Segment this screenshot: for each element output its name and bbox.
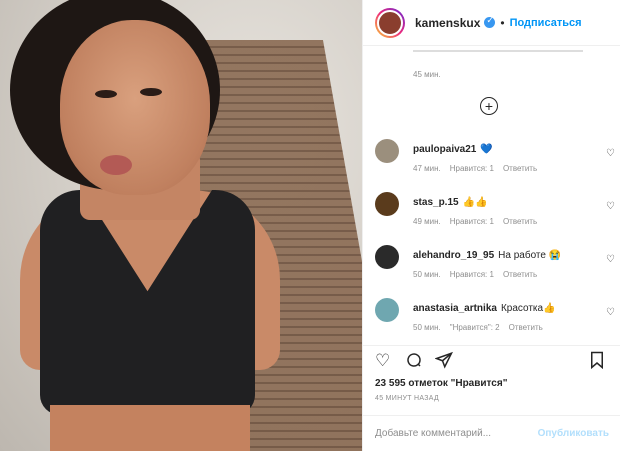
- reply-button[interactable]: Ответить: [503, 217, 537, 226]
- plus-circle-icon[interactable]: +: [480, 97, 498, 115]
- comment-text: 💙: [480, 144, 493, 155]
- previous-comment-cutoff: [413, 46, 613, 54]
- comment-item: stas_p.15 👍👍 49 мин. Нравится: 1 Ответить ♡: [375, 192, 615, 242]
- heart-icon[interactable]: ♡: [606, 148, 615, 159]
- follow-button[interactable]: Подписаться: [510, 17, 582, 29]
- comment-text: 👍👍: [462, 197, 488, 208]
- photo-eye-right: [140, 88, 162, 96]
- publish-button[interactable]: Опубликовать: [538, 428, 609, 439]
- comment-meta: 47 мин. Нравится: 1 Ответить: [413, 164, 546, 173]
- post-timestamp: 45 МИНУТ НАЗАД: [375, 395, 440, 402]
- comment-username[interactable]: stas_p.15: [413, 197, 459, 208]
- comment-time: 50 мин.: [413, 323, 441, 332]
- comment-time: 50 мин.: [413, 270, 441, 279]
- post-header: kamenskux • Подписаться: [363, 0, 620, 46]
- comment-time: 49 мин.: [413, 217, 441, 226]
- comment-meta: 50 мин. "Нравится": 2 Ответить: [413, 323, 552, 332]
- reply-button[interactable]: Ответить: [503, 270, 537, 279]
- comment-likes[interactable]: Нравится: 1: [450, 164, 494, 173]
- comment-username[interactable]: anastasia_artnika: [413, 303, 497, 314]
- comment-meta: 50 мин. Нравится: 1 Ответить: [413, 270, 546, 279]
- comment-likes[interactable]: "Нравится": 2: [450, 323, 500, 332]
- comment-icon[interactable]: [405, 351, 423, 374]
- photo-belly: [50, 405, 250, 451]
- comment-likes[interactable]: Нравится: 1: [450, 270, 494, 279]
- verified-badge-icon: [484, 15, 496, 28]
- comment-username[interactable]: paulopaiva21: [413, 144, 476, 155]
- comment-username[interactable]: alehandro_19_95: [413, 250, 494, 261]
- commenter-avatar[interactable]: [375, 298, 399, 322]
- comment-item: alehandro_19_95 На работе 😭 50 мин. Нравит…: [375, 245, 615, 295]
- heart-icon[interactable]: ♡: [606, 201, 615, 212]
- add-comment-bar: Опубликовать: [363, 415, 620, 451]
- comment-item: paulopaiva21 💙 47 мин. Нравится: 1 Ответить…: [375, 139, 615, 189]
- comment-meta: 49 мин. Нравится: 1 Ответить: [413, 217, 546, 226]
- comment-item: anastasia_artnika Красотка👍 50 мин. "Нрави…: [375, 298, 615, 348]
- separator-dot: •: [500, 15, 505, 30]
- reply-button[interactable]: Ответить: [509, 323, 543, 332]
- previous-comment-time: 45 мин.: [413, 70, 441, 79]
- bookmark-icon[interactable]: [589, 351, 605, 374]
- author-username[interactable]: kamenskux: [415, 16, 480, 30]
- photo-face: [60, 20, 210, 195]
- comment-body: anastasia_artnika Красотка👍: [413, 303, 556, 314]
- commenter-avatar[interactable]: [375, 245, 399, 269]
- heart-icon[interactable]: ♡: [375, 351, 390, 371]
- comment-body: paulopaiva21 💙: [413, 144, 493, 155]
- heart-icon[interactable]: ♡: [606, 307, 615, 318]
- comment-text: На работе 😭: [498, 250, 562, 261]
- author-avatar[interactable]: [375, 7, 405, 38]
- commenter-avatar[interactable]: [375, 192, 399, 216]
- comment-likes[interactable]: Нравится: 1: [450, 217, 494, 226]
- reply-button[interactable]: Ответить: [503, 164, 537, 173]
- likes-count[interactable]: 23 595 отметок "Нравится": [375, 378, 507, 389]
- comment-input[interactable]: [375, 428, 538, 439]
- comment-body: alehandro_19_95 На работе 😭: [413, 250, 561, 261]
- comment-time: 47 мин.: [413, 164, 441, 173]
- comment-body: stas_p.15 👍👍: [413, 197, 488, 208]
- post-actions: ♡: [363, 345, 620, 375]
- comment-text: Красотка👍: [500, 303, 556, 314]
- post-side-panel: kamenskux • Подписаться 45 мин. + paulop…: [362, 0, 620, 451]
- photo-lips: [100, 155, 132, 175]
- photo-eye-left: [95, 90, 117, 98]
- heart-icon[interactable]: ♡: [606, 254, 615, 265]
- post-photo[interactable]: [0, 0, 362, 451]
- commenter-avatar[interactable]: [375, 139, 399, 163]
- share-icon[interactable]: [434, 351, 453, 374]
